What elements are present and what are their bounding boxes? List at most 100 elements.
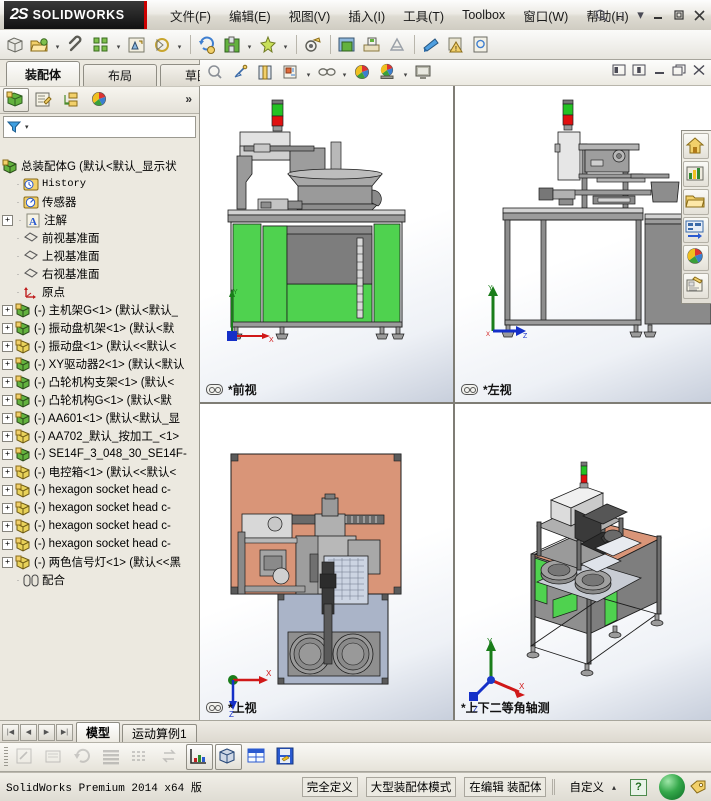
tree-item[interactable]: · History — [0, 175, 199, 193]
property-manager-icon[interactable] — [31, 88, 57, 112]
menu-window[interactable]: 窗口(W) — [514, 3, 577, 28]
close-icon[interactable] — [691, 63, 707, 77]
print-dropdown-caret-icon[interactable]: ▾ — [114, 34, 123, 56]
expand-toggle-icon[interactable]: + — [2, 394, 13, 406]
restore-icon[interactable] — [671, 63, 687, 77]
menu-tools[interactable]: 工具(T) — [394, 3, 453, 28]
edit-component-caret-icon[interactable]: ▾ — [245, 34, 254, 56]
display-manager-icon[interactable] — [87, 88, 113, 112]
open-dropdown-caret-icon[interactable]: ▾ — [53, 34, 62, 56]
first-icon[interactable]: |◀ — [2, 723, 19, 741]
tree-item[interactable]: + (-) 电控箱<1> (默认<<默认< — [0, 463, 199, 481]
expand-toggle-icon[interactable]: + — [2, 214, 13, 226]
measure-icon[interactable] — [360, 33, 384, 57]
tab-motion-study[interactable]: 运动算例1 — [122, 724, 197, 742]
tab-assembly[interactable]: 装配体 — [6, 61, 80, 86]
minimize-icon[interactable] — [651, 63, 667, 77]
menu-file[interactable]: 文件(F) — [161, 3, 220, 28]
apply-scene-caret-icon[interactable]: ▾ — [401, 62, 410, 84]
tree-item[interactable]: · 上视基准面 — [0, 247, 199, 265]
view-trimetric[interactable]: Y X Z *上下二等角轴测 — [455, 404, 711, 720]
tree-item[interactable]: + (-) 两色信号灯<1> (默认<<黑 — [0, 553, 199, 571]
expand-toggle-icon[interactable]: + — [2, 556, 13, 568]
apply-scene-icon[interactable] — [376, 61, 400, 85]
view-top[interactable]: X Z *上视 — [200, 404, 453, 720]
exploded-view-icon[interactable] — [301, 33, 325, 57]
menu-view[interactable]: 视图(V) — [280, 3, 340, 28]
expand-toggle-icon[interactable]: + — [2, 322, 13, 334]
interference-detection-icon[interactable] — [335, 33, 359, 57]
tree-item[interactable]: + (-) hexagon socket head c- — [0, 535, 199, 553]
tree-item[interactable]: + (-) 凸轮机构支架<1> (默认< — [0, 373, 199, 391]
restore-button[interactable] — [669, 7, 688, 23]
help-question-icon[interactable]: ? — [613, 5, 633, 25]
expand-toggle-icon[interactable]: + — [2, 484, 13, 496]
view-orientation-icon[interactable] — [254, 61, 278, 85]
warning-icon[interactable]: ! — [444, 33, 468, 57]
expand-toggle-icon[interactable]: + — [2, 412, 13, 424]
tree-item[interactable]: + (-) hexagon socket head c- — [0, 517, 199, 535]
configuration-manager-icon[interactable] — [59, 88, 85, 112]
expand-toggle-icon[interactable]: + — [2, 520, 13, 532]
expand-toggle-icon[interactable]: + — [2, 448, 13, 460]
options-icon[interactable] — [469, 33, 493, 57]
redo-dropdown-caret-icon[interactable]: ▾ — [175, 34, 184, 56]
viewport-horizontal-splitter[interactable] — [200, 402, 711, 404]
minimize-button[interactable] — [648, 7, 667, 23]
tree-item[interactable]: + (-) 振动盘机架<1> (默认<默 — [0, 319, 199, 337]
open-folder-icon[interactable] — [683, 189, 709, 215]
restore-left-icon[interactable] — [611, 63, 627, 77]
feature-tree[interactable]: 总装配体G (默认<默认_显示状 · History · 传感器 + · A 注解 · 前视基准面… — [0, 157, 199, 749]
list-icon[interactable] — [99, 744, 126, 770]
view-settings-icon[interactable] — [412, 61, 436, 85]
status-custom-caret-icon[interactable]: ▴ — [612, 783, 616, 792]
menu-insert[interactable]: 插入(I) — [339, 3, 394, 28]
tree-item[interactable]: + · A 注解 — [0, 211, 199, 229]
save-icon[interactable] — [64, 33, 88, 57]
home-icon[interactable] — [683, 133, 709, 159]
tree-item[interactable]: · 原点 — [0, 283, 199, 301]
expand-toggle-icon[interactable]: + — [2, 430, 13, 442]
next-icon[interactable]: ▶ — [38, 723, 55, 741]
rebuild-icon[interactable] — [70, 744, 97, 770]
mate-icon[interactable] — [256, 33, 280, 57]
status-tag-icon[interactable] — [689, 779, 707, 795]
feature-tree-icon[interactable] — [3, 88, 29, 112]
mate-caret-icon[interactable]: ▾ — [281, 34, 290, 56]
hide-show-items-icon[interactable] — [315, 61, 339, 85]
scenes-icon[interactable] — [683, 245, 709, 271]
appearances-icon[interactable] — [683, 217, 709, 243]
search-icon[interactable] — [591, 5, 611, 25]
appearance-icon[interactable] — [419, 33, 443, 57]
view-left[interactable]: Y Z X *左视 — [455, 86, 711, 402]
expand-toggle-icon[interactable]: + — [2, 358, 13, 370]
edit-appearance-icon[interactable] — [351, 61, 375, 85]
status-help-icon[interactable]: ? — [630, 778, 647, 796]
tree-item[interactable]: + (-) AA601<1> (默认<默认_显 — [0, 409, 199, 427]
tree-item[interactable]: + (-) 振动盘<1> (默认<<默认< — [0, 337, 199, 355]
tree-item[interactable]: + (-) XY驱动器2<1> (默认<默认 — [0, 355, 199, 373]
edit-part-icon[interactable] — [12, 744, 39, 770]
rebuild-icon[interactable] — [195, 33, 219, 57]
expand-toggle-icon[interactable]: + — [2, 466, 13, 478]
tree-item[interactable]: · 传感器 — [0, 193, 199, 211]
tree-item[interactable]: · 前视基准面 — [0, 229, 199, 247]
menu-toolbox[interactable]: Toolbox — [453, 5, 514, 25]
last-icon[interactable]: ▶| — [56, 723, 73, 741]
undo-icon[interactable] — [125, 33, 149, 57]
section-view-icon[interactable] — [229, 61, 253, 85]
tree-root-row[interactable]: 总装配体G (默认<默认_显示状 — [0, 157, 199, 175]
panel-overflow-chevron-icon[interactable]: » — [185, 92, 192, 106]
view-palette-icon[interactable] — [683, 161, 709, 187]
tab-layout[interactable]: 布局 — [83, 64, 157, 86]
chart-icon[interactable] — [186, 744, 213, 770]
tree-item[interactable]: + (-) hexagon socket head c- — [0, 499, 199, 517]
open-document-icon[interactable] — [28, 33, 52, 57]
tree-item[interactable]: + (-) SE14F_3_048_30_SE14F- — [0, 445, 199, 463]
edit-assembly-icon[interactable] — [41, 744, 68, 770]
display-style-caret-icon[interactable]: ▾ — [304, 62, 313, 84]
tree-filter-row[interactable]: ▾ — [3, 116, 196, 138]
toolbar-grip[interactable] — [4, 747, 8, 767]
filter-caret-icon[interactable]: ▾ — [25, 123, 29, 131]
zoom-to-area-icon[interactable] — [204, 61, 228, 85]
